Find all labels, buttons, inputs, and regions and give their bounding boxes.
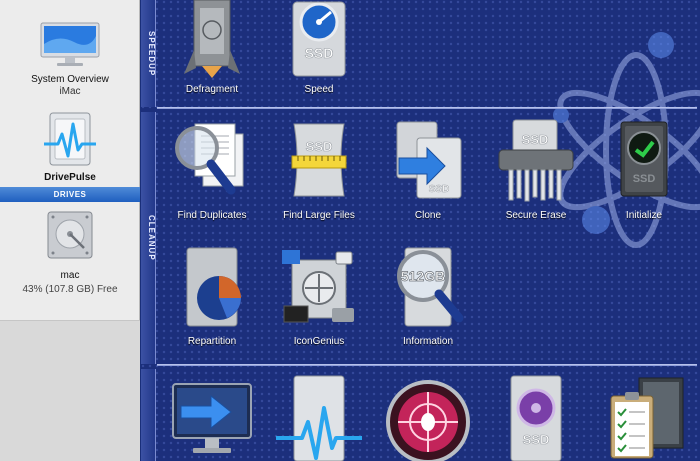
- initialize-label: Initialize: [625, 210, 663, 221]
- information-magnifier-icon: 512GB: [397, 247, 464, 327]
- purple-disk-ssd-text: SSD: [523, 432, 550, 447]
- drive-free-space-label: 43% (107.8 GB) Free: [22, 284, 118, 295]
- initialize-ssd-text: SSD: [633, 173, 656, 185]
- section-divider-2: [157, 364, 697, 366]
- section-tab-third: [141, 369, 156, 461]
- initialize-drive-icon: SSD: [620, 121, 668, 197]
- tool-clone[interactable]: SSD Clone: [378, 118, 478, 222]
- tool-find-large-files[interactable]: SSD Find Large Files: [269, 118, 369, 222]
- defragment-label: Defragment: [185, 84, 239, 95]
- tool-drivepulse[interactable]: [269, 374, 369, 461]
- tool-initialize[interactable]: SSD Initialize: [594, 118, 694, 222]
- icongenius-vault-icon: [282, 250, 354, 323]
- sidebar: System Overview iMac DrivePulse DRIVES m…: [0, 0, 140, 461]
- clone-ssd-text: SSD: [429, 184, 450, 195]
- sidebar-empty-area: [0, 320, 140, 461]
- bug-target-icon: [386, 380, 470, 461]
- section-tab-cleanup: CLEANUP: [141, 112, 156, 364]
- speed-ssd-text: SSD: [305, 45, 334, 61]
- secure-erase-label: Secure Erase: [505, 210, 567, 221]
- tools-panel: SPEEDUP Defragment SSD Speed CLEANUP Fin…: [141, 0, 700, 461]
- speed-gauge-icon: SSD: [292, 1, 346, 77]
- tool-disk-purple[interactable]: SSD: [486, 374, 586, 461]
- purple-disk-icon: SSD: [510, 375, 562, 461]
- imac-icon: [40, 22, 100, 66]
- system-overview-label: System Overview: [31, 74, 109, 85]
- tool-find-duplicates[interactable]: Find Duplicates: [162, 118, 262, 222]
- repartition-pie-icon: [186, 247, 241, 327]
- drives-section-header: DRIVES: [0, 187, 140, 202]
- drivepulse-label: DrivePulse: [44, 172, 96, 183]
- information-label: Information: [402, 336, 454, 347]
- sidebar-item-drive-mac[interactable]: mac 43% (107.8 GB) Free: [0, 208, 140, 296]
- sidebar-item-drivepulse[interactable]: DrivePulse: [0, 110, 140, 184]
- defragment-rocket-icon: [184, 0, 240, 78]
- hard-drive-icon: [47, 211, 93, 259]
- secure-erase-shredder-icon: SSD: [498, 119, 574, 202]
- information-disk-badge: 512GB: [401, 268, 445, 284]
- system-model-label: iMac: [59, 86, 81, 97]
- find-large-files-label: Find Large Files: [283, 210, 355, 221]
- tool-defragment[interactable]: Defragment: [162, 0, 262, 96]
- tool-icongenius[interactable]: IconGenius: [269, 244, 369, 348]
- tool-secure-erase[interactable]: SSD Secure Erase: [486, 118, 586, 222]
- clone-label: Clone: [414, 210, 442, 221]
- speedup-section-label: SPEEDUP: [147, 30, 156, 77]
- section-divider: [157, 107, 697, 109]
- drive-name-label: mac: [60, 270, 80, 281]
- find-large-files-icon: SSD: [291, 123, 347, 197]
- monitor-arrow-icon: [172, 383, 252, 453]
- tool-repartition[interactable]: Repartition: [162, 244, 262, 348]
- icongenius-label: IconGenius: [293, 336, 345, 347]
- find-duplicates-magnifier-icon: [175, 123, 244, 195]
- tool-speed[interactable]: SSD Speed: [269, 0, 369, 96]
- erase-ssd-text: SSD: [522, 132, 549, 147]
- speed-label: Speed: [304, 84, 334, 95]
- large-files-ssd-text: SSD: [306, 139, 333, 154]
- clone-drives-icon: SSD: [396, 121, 462, 199]
- tool-information[interactable]: 512GB Information: [378, 244, 478, 348]
- drivepulse-icon: [44, 112, 96, 166]
- section-tab-speedup: SPEEDUP: [141, 0, 156, 107]
- clipboard-checklist-icon: [610, 377, 684, 459]
- sidebar-item-system-overview[interactable]: System Overview iMac: [0, 22, 140, 98]
- tool-scan[interactable]: [378, 374, 478, 461]
- cleanup-section-label: CLEANUP: [147, 215, 156, 261]
- repartition-label: Repartition: [187, 336, 237, 347]
- tool-migrate[interactable]: [162, 374, 262, 461]
- tool-checklist[interactable]: [594, 374, 694, 461]
- find-duplicates-label: Find Duplicates: [177, 210, 247, 221]
- drivepulse-large-icon: [276, 375, 362, 461]
